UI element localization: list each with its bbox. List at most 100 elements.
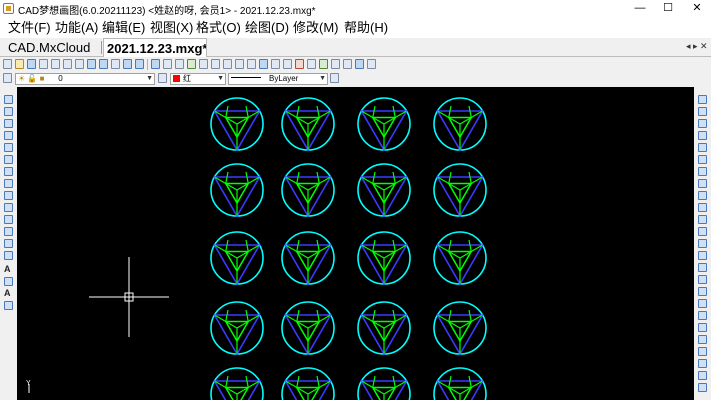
cad-symbol[interactable] [281,231,335,286]
polyline-icon[interactable] [4,119,13,128]
menu-draw[interactable]: 绘图(D) [245,19,289,36]
settings-icon[interactable] [331,59,340,69]
text-tool-icon[interactable]: A [4,265,11,274]
erase-icon[interactable] [698,95,707,104]
scale-icon[interactable] [698,191,707,200]
array-rect-icon[interactable] [698,167,707,176]
line-icon[interactable] [4,95,13,104]
dimension-angle-icon[interactable] [698,347,707,356]
block-icon[interactable] [223,59,232,69]
layer-manager-icon[interactable] [3,73,12,83]
point-icon[interactable] [4,227,13,236]
trim-icon[interactable] [698,215,707,224]
redo-icon[interactable] [175,59,184,69]
search-icon[interactable] [151,59,160,69]
pdf-export-icon[interactable] [295,59,304,69]
cad-symbol[interactable] [281,301,335,356]
close-button[interactable]: ✕ [683,0,711,17]
cad-symbol[interactable] [210,231,264,286]
tab-nav-controls[interactable]: ◂ ▸ ✕ [686,41,708,52]
table-tool-icon[interactable] [4,277,13,286]
hatch-icon[interactable] [283,59,292,69]
chamfer-icon[interactable] [698,263,707,272]
text-icon[interactable] [247,59,256,69]
cad-symbol[interactable] [281,367,335,400]
cad-symbol[interactable] [433,163,487,218]
cad-symbol[interactable] [357,163,411,218]
tolerance-icon[interactable] [698,371,707,380]
linetype-select[interactable]: ByLayer ▼ [228,73,328,85]
array-icon[interactable] [698,155,707,164]
new-file-icon[interactable] [3,59,12,69]
menu-format[interactable]: 格式(O) [196,19,241,36]
stretch-icon[interactable] [698,203,707,212]
cad-symbol[interactable] [357,97,411,152]
image-icon[interactable] [259,59,268,69]
layer-select[interactable]: ☀ 🔓 ■ 0 ▼ [15,73,155,85]
rectangle-alt-icon[interactable] [4,155,13,164]
table-icon[interactable] [271,59,280,69]
menu-modify[interactable]: 修改(M) [293,19,339,36]
image-tool-icon[interactable] [4,301,13,310]
maximize-button[interactable]: ☐ [654,0,682,17]
circle-icon[interactable] [4,179,13,188]
zoom-out-icon[interactable] [99,59,108,69]
offset-icon[interactable] [698,143,707,152]
move-icon[interactable] [698,119,707,128]
match-properties-icon[interactable] [330,73,339,83]
mirror-icon[interactable] [698,131,707,140]
lock-icon[interactable] [307,59,316,69]
cad-symbol[interactable] [433,97,487,152]
undo-icon[interactable] [163,59,172,69]
menu-help[interactable]: 帮助(H) [344,19,388,36]
cad-symbol[interactable] [210,301,264,356]
fillet-icon[interactable] [698,275,707,284]
menu-view[interactable]: 视图(X) [150,19,193,36]
center-mark-icon[interactable] [698,383,707,392]
polygon-icon[interactable] [4,131,13,140]
cad-symbol[interactable] [357,231,411,286]
dimension-linear-icon[interactable] [698,311,707,320]
menu-function[interactable]: 功能(A) [55,19,98,36]
cad-symbol[interactable] [357,367,411,400]
paste-icon[interactable] [75,59,84,69]
cad-symbol[interactable] [433,367,487,400]
revision-cloud-icon[interactable] [4,191,13,200]
properties-icon[interactable] [199,59,208,69]
insert-icon[interactable] [235,59,244,69]
arc-icon[interactable] [4,167,13,176]
share-icon[interactable] [355,59,364,69]
print-icon[interactable] [39,59,48,69]
drawing-viewport[interactable]: Y [17,87,694,400]
color-select[interactable]: 红 ▼ [170,73,226,85]
cut-icon[interactable] [51,59,60,69]
multiline-text-icon[interactable]: A [4,289,11,298]
cad-symbol[interactable] [210,163,264,218]
zoom-in-icon[interactable] [87,59,96,69]
hatch-tool-icon[interactable] [4,251,13,260]
measure-icon[interactable] [211,59,220,69]
image-edit-icon[interactable] [367,59,376,69]
cad-symbol[interactable] [210,97,264,152]
drawing-canvas[interactable]: Y [17,87,694,400]
break-icon[interactable] [698,239,707,248]
construction-line-icon[interactable] [4,107,13,116]
cad-symbol[interactable] [357,301,411,356]
menu-edit[interactable]: 编辑(E) [102,19,145,36]
copy-object-icon[interactable] [698,107,707,116]
open-file-icon[interactable] [15,59,24,69]
copy-icon[interactable] [63,59,72,69]
minimize-button[interactable]: — [626,0,654,17]
dimension-aligned-icon[interactable] [698,323,707,332]
save-icon[interactable] [27,59,36,69]
join-icon[interactable] [698,251,707,260]
layer-icon[interactable] [187,59,196,69]
zoom-window-icon[interactable] [123,59,132,69]
cad-symbol[interactable] [433,231,487,286]
cad-symbol[interactable] [281,163,335,218]
spline-icon[interactable] [4,203,13,212]
dimension-radius-icon[interactable] [698,335,707,344]
pan-icon[interactable] [111,59,120,69]
cad-symbol[interactable] [281,97,335,152]
cad-symbol[interactable] [433,301,487,356]
